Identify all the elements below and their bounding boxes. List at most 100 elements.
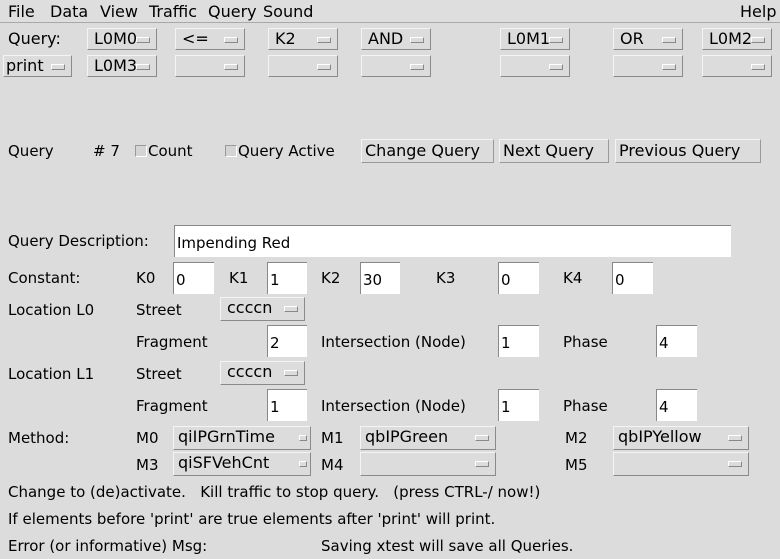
k3-label: K3: [436, 269, 456, 287]
query-element-15[interactable]: [702, 55, 772, 77]
menu-bar: File Data View Traffic Query Sound Help: [0, 0, 780, 23]
query-element-7[interactable]: L0M2: [702, 28, 772, 50]
dropdown-indicator-icon: [51, 64, 65, 70]
m0-select[interactable]: qiIPGrnTime: [173, 426, 311, 450]
l0-street-select[interactable]: ccccn: [220, 297, 305, 321]
node-label: Intersection (Node): [321, 333, 466, 351]
option-value: qiIPGrnTime: [178, 427, 275, 446]
dropdown-indicator-icon: [549, 37, 563, 43]
query-element-10[interactable]: [175, 55, 245, 77]
dropdown-indicator-icon: [299, 435, 307, 441]
menu-sound[interactable]: Sound: [263, 2, 313, 21]
menu-data[interactable]: Data: [50, 2, 88, 21]
l0-fragment-input[interactable]: 2: [267, 325, 307, 357]
m2-select[interactable]: qbIPYellow: [613, 426, 749, 450]
help-message-1: Change to (de)activate. Kill traffic to …: [8, 483, 541, 501]
fragment-label: Fragment: [136, 333, 208, 351]
dropdown-indicator-icon: [284, 370, 298, 376]
option-value: qbIPGreen: [365, 427, 449, 446]
option-value: OR: [620, 29, 644, 48]
dropdown-indicator-icon: [299, 461, 307, 467]
m3-select[interactable]: qiSFVehCnt: [173, 452, 311, 476]
k1-input[interactable]: 1: [267, 262, 307, 294]
option-value: L0M2: [709, 29, 753, 48]
dropdown-indicator-icon: [751, 37, 765, 43]
m2-label: M2: [565, 429, 588, 447]
dropdown-indicator-icon: [284, 306, 298, 312]
description-label: Query Description:: [8, 232, 149, 250]
dropdown-indicator-icon: [475, 435, 489, 441]
dropdown-indicator-icon: [751, 64, 765, 70]
query-element-print[interactable]: print: [3, 55, 72, 77]
query-element-1[interactable]: L0M0: [87, 28, 157, 50]
query-element-14[interactable]: [613, 55, 683, 77]
dropdown-indicator-icon: [410, 64, 424, 70]
change-query-button[interactable]: Change Query: [361, 139, 494, 163]
dropdown-indicator-icon: [136, 64, 150, 70]
error-label: Error (or informative) Msg:: [8, 537, 208, 555]
phase-label: Phase: [563, 397, 608, 415]
k3-input[interactable]: 0: [498, 262, 539, 294]
dropdown-indicator-icon: [549, 64, 563, 70]
l1-fragment-input[interactable]: 1: [267, 389, 307, 421]
location-l0-label: Location L0: [8, 301, 95, 319]
k2-label: K2: [321, 269, 341, 287]
previous-query-button[interactable]: Previous Query: [615, 139, 761, 163]
query-element-13[interactable]: [500, 55, 570, 77]
option-value: L0M0: [94, 29, 138, 48]
m1-label: M1: [321, 429, 344, 447]
query-element-12[interactable]: [361, 55, 431, 77]
dropdown-indicator-icon: [136, 37, 150, 43]
query-number: # 7: [93, 142, 120, 160]
l0-node-input[interactable]: 1: [498, 325, 539, 357]
street-label: Street: [136, 301, 182, 319]
option-value: ccccn: [227, 362, 273, 381]
menu-help[interactable]: Help: [740, 2, 776, 21]
l1-node-input[interactable]: 1: [498, 389, 539, 421]
option-value: L0M1: [507, 29, 551, 48]
option-value: qiSFVehCnt: [178, 453, 270, 472]
query-active-label: Query Active: [238, 142, 335, 160]
l1-phase-input[interactable]: 4: [656, 389, 697, 421]
m1-select[interactable]: qbIPGreen: [360, 426, 496, 450]
query-element-4[interactable]: AND: [361, 28, 431, 50]
menu-file[interactable]: File: [8, 2, 35, 21]
count-checkbox[interactable]: [135, 145, 147, 157]
k4-input[interactable]: 0: [612, 262, 653, 294]
menu-view[interactable]: View: [100, 2, 138, 21]
m4-select[interactable]: [360, 452, 496, 476]
k0-label: K0: [136, 269, 156, 287]
m0-label: M0: [136, 429, 159, 447]
dropdown-indicator-icon: [224, 37, 238, 43]
query-element-5[interactable]: L0M1: [500, 28, 570, 50]
query-active-checkbox[interactable]: [225, 145, 237, 157]
l1-street-select[interactable]: ccccn: [220, 361, 305, 385]
menu-traffic[interactable]: Traffic: [149, 2, 197, 21]
m4-label: M4: [321, 456, 344, 474]
query-element-3[interactable]: K2: [268, 28, 338, 50]
query-element-9[interactable]: L0M3: [87, 55, 157, 77]
help-message-2: If elements before 'print' are true elem…: [8, 510, 496, 528]
node-label: Intersection (Node): [321, 397, 466, 415]
count-label: Count: [148, 142, 193, 160]
query-number-label: Query: [8, 142, 54, 160]
option-value: AND: [368, 29, 404, 48]
dropdown-indicator-icon: [317, 64, 331, 70]
query-element-11[interactable]: [268, 55, 338, 77]
location-l1-label: Location L1: [8, 365, 95, 383]
next-query-button[interactable]: Next Query: [499, 139, 609, 163]
constant-label: Constant:: [8, 269, 81, 287]
option-value: print: [6, 56, 44, 75]
description-input[interactable]: Impending Red: [174, 225, 731, 257]
l0-phase-input[interactable]: 4: [656, 325, 697, 357]
k2-input[interactable]: 30: [360, 262, 400, 294]
dropdown-indicator-icon: [728, 461, 742, 467]
query-element-2[interactable]: <=: [175, 28, 245, 50]
option-value: ccccn: [227, 298, 273, 317]
fragment-label: Fragment: [136, 397, 208, 415]
m5-select[interactable]: [613, 452, 749, 476]
query-element-6[interactable]: OR: [613, 28, 683, 50]
menu-query[interactable]: Query: [208, 2, 257, 21]
k0-input[interactable]: 0: [173, 262, 214, 294]
k1-label: K1: [229, 269, 249, 287]
